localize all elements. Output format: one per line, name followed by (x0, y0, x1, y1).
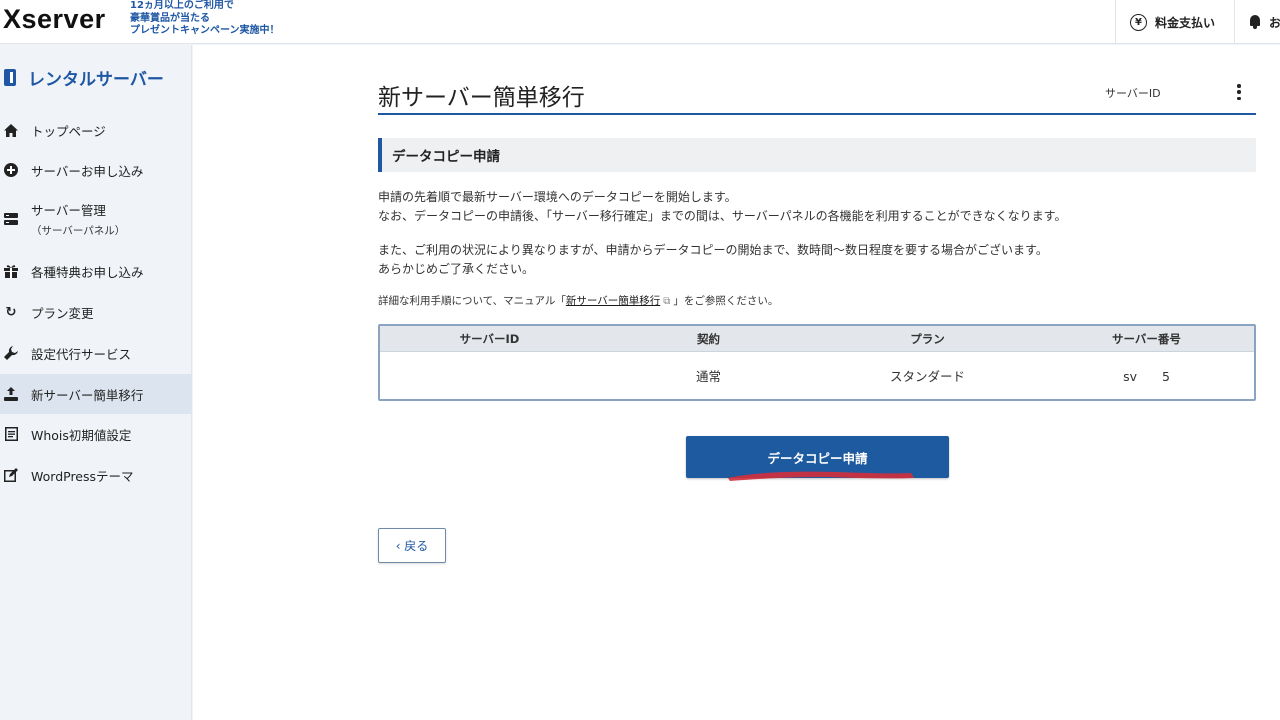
sidebar: レンタルサーバー トップページ サーバーお申し込み サーバー管理 （サーバーパネ… (0, 45, 192, 720)
yen-icon: ¥ (1130, 13, 1147, 31)
sidebar-item-label: プラン変更 (31, 305, 94, 321)
intro-line-2: なお、データコピーの申請後、「サーバー移行確定」までの間は、サーバーパネルの各機… (378, 209, 1067, 223)
sidebar-item-server-management[interactable]: サーバー管理 （サーバーパネル） (0, 195, 192, 243)
refresh-icon: ↻ (5, 304, 17, 320)
notice-line-1: また、ご利用の状況により異なりますが、申請からデータコピーの開始まで、数時間～数… (378, 243, 1048, 257)
manual-link[interactable]: 新サーバー簡単移行 (566, 295, 660, 307)
notification-button[interactable]: お (1234, 0, 1280, 44)
table-header-server-id: サーバーID (459, 331, 520, 346)
server-info-table: サーバーID 契約 プラン サーバー番号 通常 スタンダード sv 5 (378, 324, 1256, 401)
campaign-line-1: 12ヵ月以上のご利用で (130, 0, 234, 11)
top-header: Xserver 12ヵ月以上のご利用で 豪華賞品が当たる プレゼントキャンペーン… (0, 0, 1280, 44)
table-header-contract: 契約 (697, 331, 720, 346)
table-cell-contract: 通常 (695, 369, 721, 384)
sidebar-item-top-page[interactable]: トップページ (0, 115, 192, 145)
payment-button[interactable]: ¥ 料金支払い (1115, 0, 1234, 44)
sidebar-item-text: サーバー管理 （サーバーパネル） (31, 200, 125, 238)
server-icon (4, 212, 18, 226)
title-divider (378, 113, 1256, 115)
sidebar-item-label: 設定代行サービス (31, 346, 132, 362)
manual-prefix: 詳細な利用手順について、マニュアル「 (378, 295, 566, 307)
gift-icon (4, 264, 18, 278)
sidebar-item-server-order[interactable]: サーバーお申し込み (0, 155, 192, 185)
table-header-server-number: サーバー番号 (1112, 331, 1181, 346)
campaign-line-2: 豪華賞品が当たる (130, 12, 210, 24)
intro-line-1: 申請の先着順で最新サーバー環境へのデータコピーを開始します。 (378, 190, 737, 204)
table-cell-plan: スタンダード (889, 369, 965, 384)
table-row: 通常 スタンダード sv 5 (380, 352, 1254, 399)
plus-circle-icon (4, 163, 18, 177)
sidebar-item-label: WordPressテーマ (31, 468, 134, 484)
campaign-banner[interactable]: 12ヵ月以上のご利用で 豪華賞品が当たる プレゼントキャンペーン実施中！ (130, 0, 280, 38)
sidebar-item-wordpress-theme[interactable]: WordPressテーマ (0, 460, 192, 490)
back-button[interactable]: ‹ 戻る (378, 528, 446, 563)
table-header-row: サーバーID 契約 プラン サーバー番号 (380, 326, 1254, 352)
campaign-line-3: プレゼントキャンペーン実施中！ (130, 25, 280, 36)
intro-paragraph: 申請の先着順で最新サーバー環境へのデータコピーを開始します。 なお、データコピー… (378, 188, 1066, 226)
sidebar-item-label: Whois初期値設定 (31, 427, 132, 443)
sidebar-item-special-offers[interactable]: 各種特典お申し込み (0, 256, 192, 286)
page-title: 新サーバー簡単移行 (378, 85, 585, 111)
document-icon (4, 427, 18, 441)
more-options-icon[interactable] (1233, 82, 1245, 102)
sidebar-item-whois-settings[interactable]: Whois初期値設定 (0, 419, 192, 449)
sidebar-title[interactable]: レンタルサーバー (4, 65, 164, 90)
sidebar-item-label: サーバーお申し込み (31, 163, 144, 179)
sidebar-item-sublabel: （サーバーパネル） (31, 225, 126, 237)
notice-paragraph: また、ご利用の状況により異なりますが、申請からデータコピーの開始まで、数時間～数… (378, 241, 1048, 279)
sidebar-item-label: トップページ (31, 123, 106, 139)
sidebar-item-label: サーバー管理 (31, 203, 106, 218)
notice-line-2: あらかじめご了承ください。 (378, 262, 535, 276)
section-heading: データコピー申請 (378, 138, 1256, 172)
transfer-icon (4, 387, 18, 401)
main-content: 新サーバー簡単移行 サーバーID データコピー申請 申請の先着順で最新サーバー環… (193, 45, 1280, 720)
sidebar-item-label: 各種特典お申し込み (31, 264, 144, 280)
table-cell-server-id (380, 352, 599, 399)
sidebar-item-server-migration[interactable]: 新サーバー簡単移行 (0, 374, 192, 414)
bell-icon (1249, 15, 1261, 29)
payment-label: 料金支払い (1155, 15, 1216, 30)
wrench-icon (4, 346, 18, 360)
red-annotation-underline (728, 471, 914, 481)
xserver-logo[interactable]: Xserver (3, 4, 106, 35)
sidebar-title-label: レンタルサーバー (28, 70, 164, 90)
table-header-plan: プラン (910, 331, 945, 346)
manual-reference: 詳細な利用手順について、マニュアル「新サーバー簡単移行 ⧉ 」をご参照ください。 (378, 293, 778, 308)
server-id-label: サーバーID (1105, 87, 1161, 100)
external-link-icon: ⧉ (663, 296, 671, 307)
sidebar-item-setup-service[interactable]: 設定代行サービス (0, 338, 192, 368)
rental-server-icon (4, 69, 16, 86)
table-cell-server-number: sv 5 (1123, 369, 1170, 384)
sidebar-item-plan-change[interactable]: ↻ プラン変更 (0, 297, 192, 327)
edit-icon (4, 468, 18, 482)
sidebar-item-label: 新サーバー簡単移行 (31, 387, 144, 403)
manual-suffix: 」をご参照ください。 (673, 295, 779, 307)
home-icon (4, 123, 18, 137)
notification-label: お (1269, 15, 1280, 30)
